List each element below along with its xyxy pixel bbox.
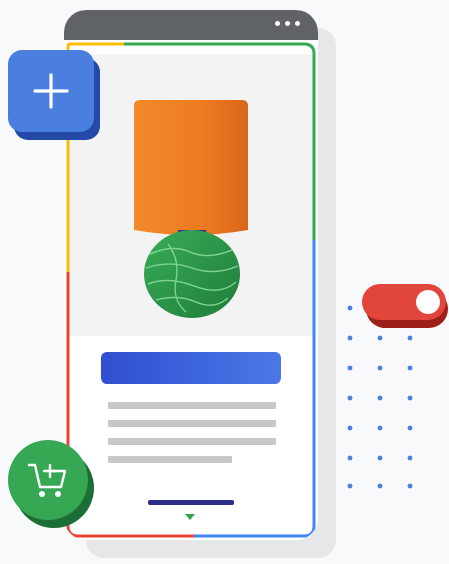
illustration-canvas	[0, 0, 449, 564]
more-horizontal-icon[interactable]	[275, 21, 300, 26]
cart-button[interactable]	[8, 440, 88, 520]
add-to-cart-icon	[27, 463, 67, 497]
phone-status-bar	[64, 10, 318, 40]
add-button[interactable]	[8, 50, 94, 132]
description-line	[108, 456, 232, 463]
description-line	[108, 420, 276, 427]
dot-grid-decoration	[347, 305, 413, 489]
home-indicator	[148, 500, 234, 505]
phone-mockup	[64, 10, 318, 540]
description-line	[108, 402, 276, 409]
description-line	[108, 438, 276, 445]
plus-icon	[33, 73, 69, 109]
product-image-area	[68, 54, 314, 336]
lamp-shade	[134, 100, 248, 235]
chevron-down-icon	[185, 514, 195, 520]
add-to-cart-button[interactable]	[101, 352, 281, 384]
lamp-illustration	[134, 100, 248, 318]
lamp-base	[144, 230, 240, 318]
phone-screen	[64, 40, 318, 540]
